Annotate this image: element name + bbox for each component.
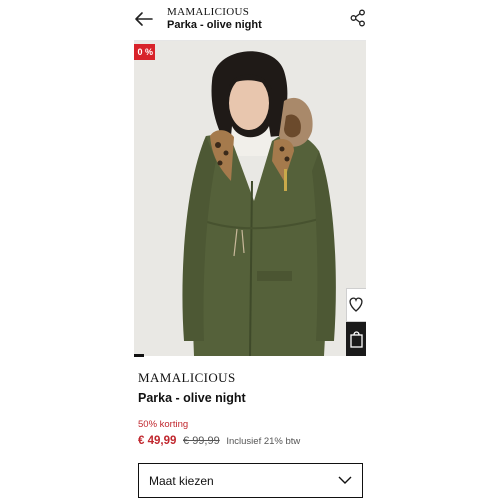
add-to-bag-button[interactable] (346, 322, 366, 356)
model-wearing-parka (134, 41, 366, 356)
header-title: Parka - olive night (167, 19, 262, 31)
original-price: € 99,99 (183, 435, 220, 447)
share-icon[interactable] (350, 9, 366, 27)
top-bar: MAMALICIOUS Parka - olive night (134, 0, 366, 41)
discount-badge: 0 % (134, 44, 155, 60)
shopping-bag-icon (350, 331, 363, 348)
heart-icon (349, 297, 363, 312)
size-selector[interactable]: Maat kiezen (138, 463, 363, 498)
header-brand: MAMALICIOUS (167, 6, 250, 18)
product-brand[interactable]: MAMALICIOUS (138, 370, 236, 386)
gallery-progress-indicator (134, 354, 144, 357)
chevron-down-icon (338, 476, 352, 484)
wishlist-button[interactable] (346, 288, 366, 322)
current-price: € 49,99 (138, 435, 177, 447)
product-page: MAMALICIOUS Parka - olive night 0 % MAMA… (134, 0, 366, 500)
product-title: Parka - olive night (138, 391, 246, 405)
back-arrow-icon[interactable] (134, 8, 156, 30)
price-row: € 49,99 € 99,99 Inclusief 21% btw (138, 435, 300, 447)
size-selector-label: Maat kiezen (149, 474, 214, 488)
discount-label: 50% korting (138, 419, 189, 430)
product-image[interactable] (134, 41, 366, 356)
vat-note: Inclusief 21% btw (226, 436, 301, 447)
